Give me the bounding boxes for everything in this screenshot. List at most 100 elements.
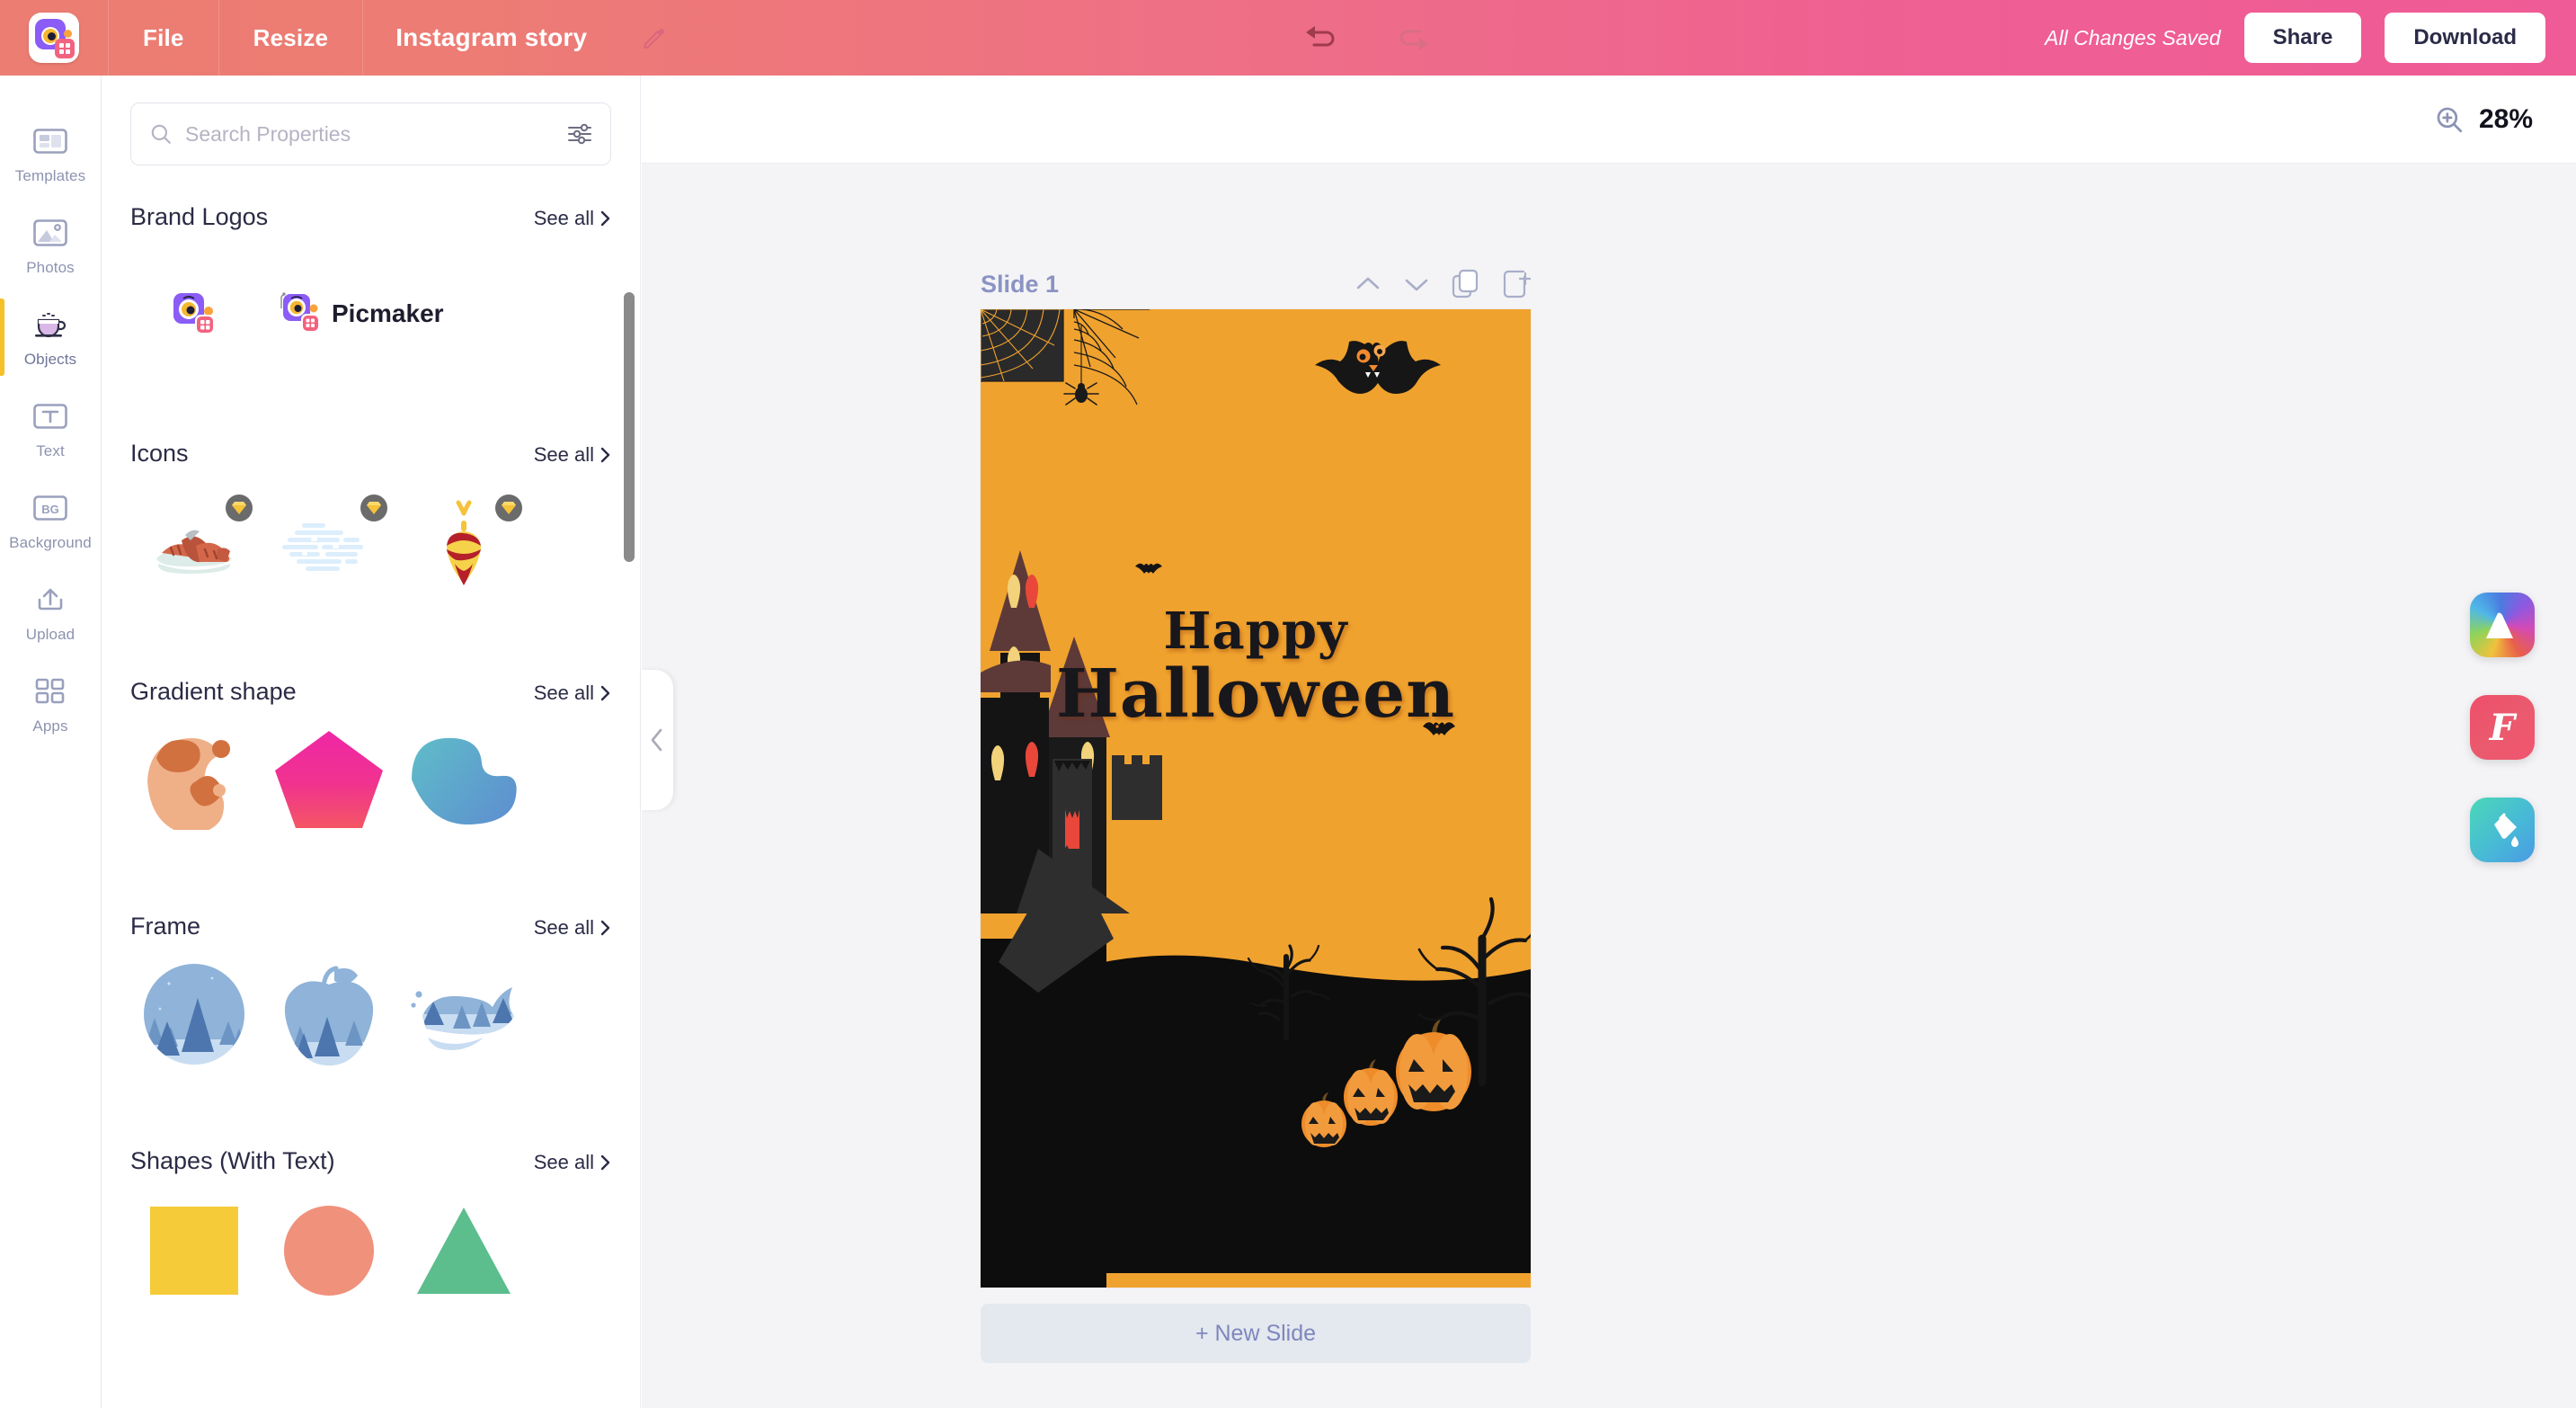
left-sidebar: Templates Photos Objects Text BG Backgro… [0,76,102,1408]
chevron-right-icon [600,685,610,701]
see-all-shapes-with-text[interactable]: See all [534,1151,611,1174]
zoom-bar: 28% [642,76,2576,164]
add-slide-button[interactable] [1502,269,1531,299]
premium-badge [360,495,387,521]
app-logo-button[interactable] [0,0,108,76]
undo-arrow-icon [1306,26,1335,47]
picmaker-wordmark-icon [280,292,320,333]
photos-icon [31,215,70,251]
shape-thumb[interactable] [130,1197,258,1305]
new-slide-button[interactable]: + New Slide [981,1304,1531,1363]
brand-logo-wordmark[interactable]: Picmaker [265,260,535,368]
icon-thumb[interactable] [130,493,258,601]
design-canvas[interactable]: Happy Halloween [981,309,1531,1288]
shape-thumb[interactable] [265,726,393,833]
apple-forest-frame [284,966,374,1065]
search-input[interactable] [185,121,555,147]
see-all-icons[interactable]: See all [534,443,611,467]
slide-tools [1355,269,1531,299]
font-f-icon: F [2489,706,2516,749]
yellow-square-shape [150,1207,238,1295]
sidebar-item-photos[interactable]: Photos [0,200,102,291]
menu-resize[interactable]: Resize [219,0,363,76]
brand-logo-mark[interactable] [130,260,258,368]
sidebar-item-objects[interactable]: Objects [0,291,102,383]
sidebar-item-templates[interactable]: Templates [0,108,102,200]
blue-bean-shape [412,737,517,824]
icon-thumb[interactable] [400,493,528,601]
text-icon [31,398,70,434]
menu-file[interactable]: File [109,0,218,76]
fill-app-button[interactable] [2470,798,2535,862]
section-frame: Frame See all [102,889,640,1068]
mountain-app-button[interactable] [2470,593,2535,657]
frame-thumb[interactable] [130,960,258,1068]
topbar-actions: All Changes Saved Share Download [2045,13,2576,63]
sidebar-item-text[interactable]: Text [0,383,102,475]
document-title[interactable]: Instagram story [363,0,619,76]
duplicate-slide-button[interactable] [1452,269,1480,299]
background-bg-icon: BG [31,490,70,526]
add-slide-icon [1503,270,1531,299]
canvas-artwork [981,309,1531,1288]
history-controls [1298,13,1436,62]
frame-thumb[interactable] [265,960,393,1068]
frame-thumb[interactable] [400,960,528,1068]
sidebar-label: Apps [32,717,68,735]
see-all-label: See all [533,207,594,229]
sidebar-item-apps[interactable]: Apps [0,658,102,750]
see-all-label: See all [533,682,594,704]
undo-button[interactable] [1298,13,1346,62]
properties-panel: Brand Logos See all [102,76,641,1408]
rename-document-button[interactable] [619,0,689,76]
see-all-brand-logos[interactable]: See all [534,207,611,230]
picmaker-wordmark-label: Picmaker [332,299,444,327]
sidebar-label: Templates [14,166,86,184]
diamond-icon [502,502,516,514]
sidebar-item-upload[interactable]: Upload [0,566,102,658]
zoom-in-icon[interactable] [2434,104,2465,135]
shape-thumb[interactable] [130,726,258,833]
search-box[interactable] [130,102,611,165]
picmaker-logo-icon [29,13,79,63]
premium-badge [495,495,522,521]
shape-thumb[interactable] [400,1197,528,1305]
apps-grid-icon [31,673,70,709]
sidebar-label: Photos [26,258,75,276]
icon-thumb[interactable] [265,493,393,601]
top-toolbar: File Resize Instagram story All Changes … [0,0,2576,76]
slide-area: Slide 1 Happy Halloween + New Slide [642,164,2576,1408]
font-app-button[interactable]: F [2470,695,2535,760]
salmon-circle-shape [284,1206,374,1296]
upload-arrow-icon [31,582,70,618]
download-button[interactable]: Download [2385,13,2545,63]
move-slide-down-button[interactable] [1403,274,1430,294]
filter-sliders-icon[interactable] [567,122,592,146]
chevron-down-icon [1405,279,1428,291]
see-all-label: See all [533,443,594,466]
move-slide-up-button[interactable] [1355,274,1381,294]
whale-forest-frame [411,987,514,1050]
redo-button[interactable] [1388,13,1436,62]
see-all-frame[interactable]: See all [534,916,611,940]
see-all-label: See all [533,1151,594,1173]
canvas-headline-line2: Halloween [1055,655,1456,734]
shape-thumb[interactable] [400,726,528,833]
peach-blob-shape [147,738,230,830]
search-area [102,76,640,180]
sidebar-label: Text [36,441,65,459]
collapse-panel-button[interactable] [641,670,673,810]
panel-scrollbar-track[interactable] [624,180,635,1408]
search-icon [151,124,171,144]
panel-scrollbar-thumb[interactable] [624,292,635,562]
see-all-gradient-shape[interactable]: See all [534,682,611,705]
panel-scroll-content: Brand Logos See all Picmaker Icons See a… [102,180,640,1408]
share-button[interactable]: Share [2243,13,2362,63]
chevron-right-icon [600,920,610,936]
canvas-headline[interactable]: Happy Halloween [981,605,1531,734]
picmaker-logo-mark [173,293,215,334]
chevron-right-icon [600,210,610,227]
section-title: Icons [130,440,189,467]
sidebar-item-background[interactable]: BG Background [0,475,102,566]
shape-thumb[interactable] [265,1197,393,1305]
